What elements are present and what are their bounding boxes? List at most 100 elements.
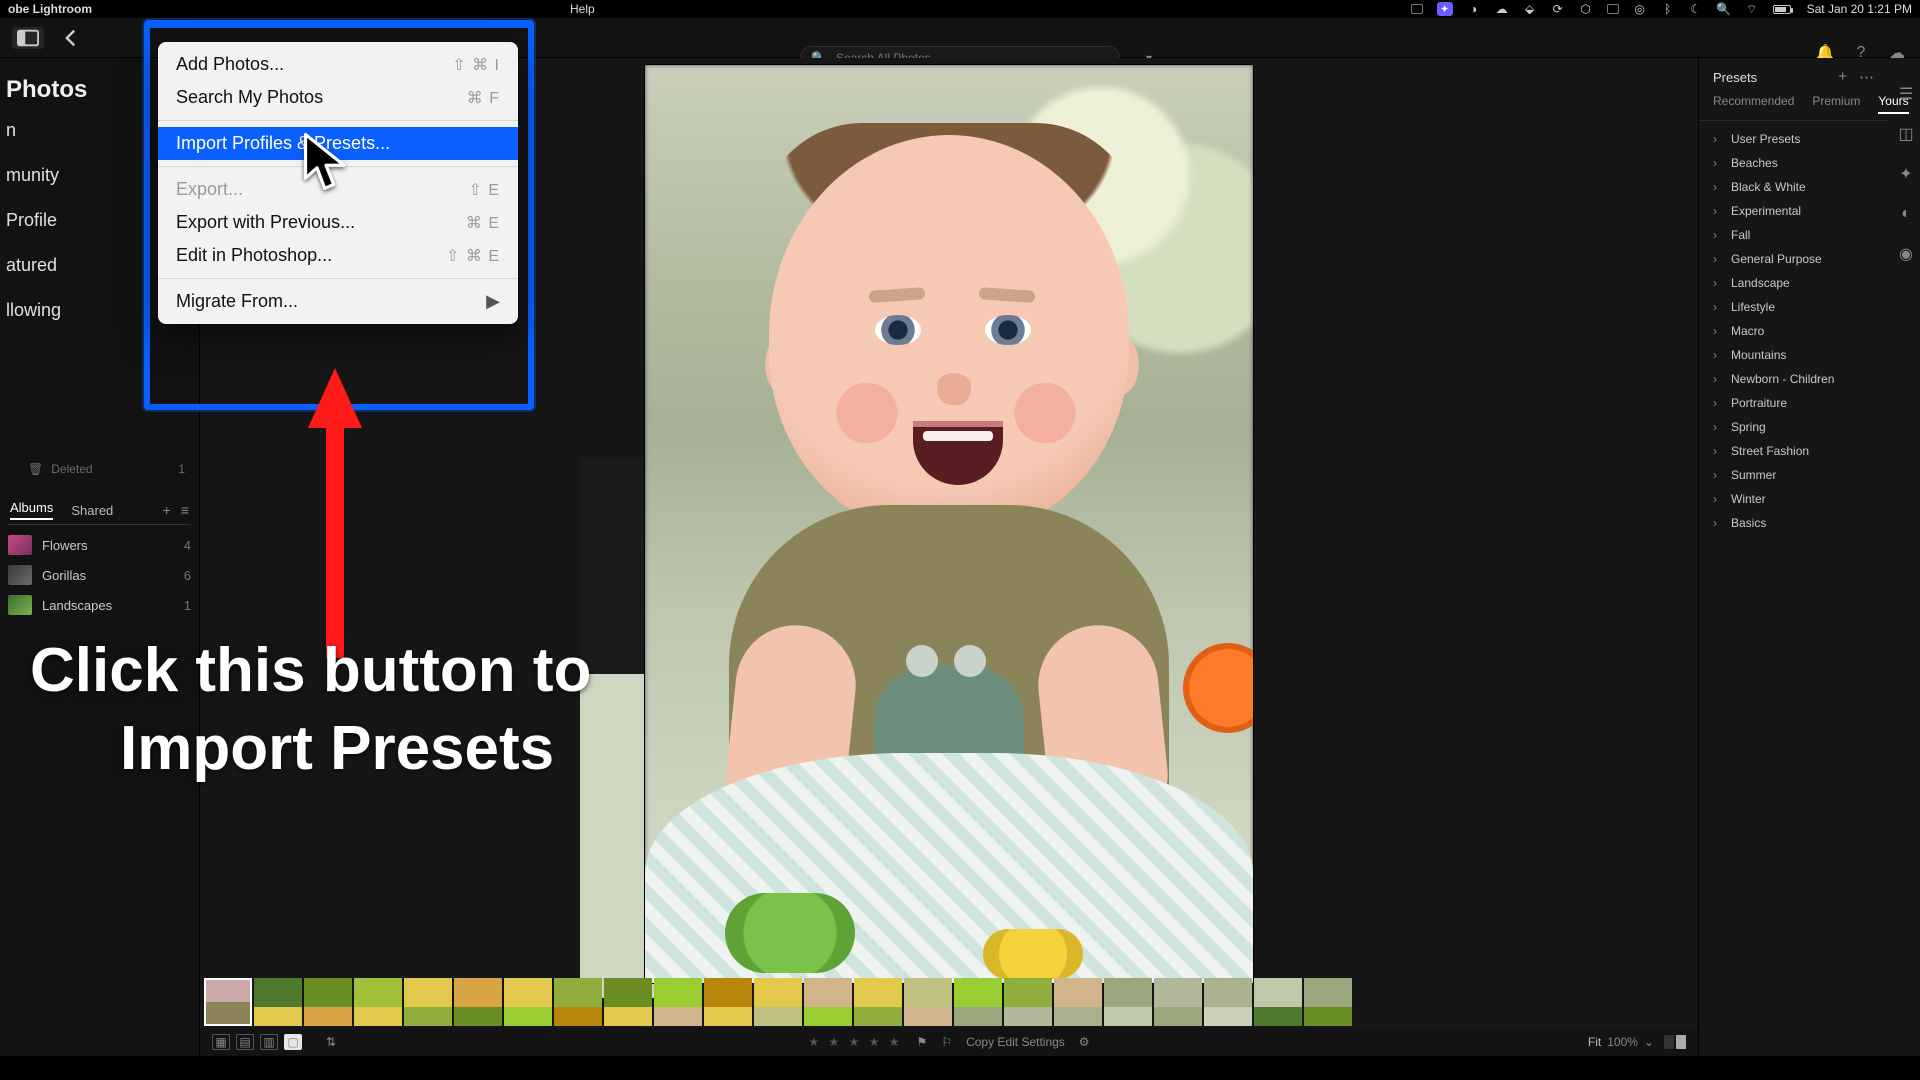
preset-group[interactable]: ›Fall	[1705, 223, 1882, 247]
main-photo[interactable]	[644, 64, 1254, 984]
preset-group[interactable]: ›General Purpose	[1705, 247, 1882, 271]
preset-group[interactable]: ›Street Fashion	[1705, 439, 1882, 463]
filmstrip-thumb[interactable]	[554, 978, 602, 1026]
filmstrip-thumb[interactable]	[204, 978, 252, 1026]
add-album-icon[interactable]: +	[163, 502, 171, 518]
presets-title: Presets	[1713, 70, 1757, 85]
menu-item-export-with-previous[interactable]: Export with Previous...⌘ E	[158, 206, 518, 239]
preset-group[interactable]: ›Newborn - Children	[1705, 367, 1882, 391]
album-count: 6	[184, 568, 191, 583]
chevron-right-icon: ›	[1713, 204, 1723, 218]
menubar-clock[interactable]: Sat Jan 20 1:21 PM	[1807, 2, 1912, 16]
display-icon[interactable]	[1607, 4, 1619, 14]
view-masonry-icon[interactable]: ▤	[236, 1034, 254, 1050]
cloud-icon[interactable]: ☁	[1495, 2, 1509, 16]
zoom-fit[interactable]: Fit 100% ⌄	[1588, 1035, 1654, 1049]
sort-icon[interactable]: ⇅	[326, 1035, 336, 1049]
filmstrip-thumb[interactable]	[504, 978, 552, 1026]
albums-tab[interactable]: Albums	[10, 500, 53, 520]
album-row[interactable]: Gorillas6	[8, 565, 191, 585]
edit-sliders-icon[interactable]: ☰	[1896, 84, 1916, 104]
moon-icon[interactable]: ☾	[1689, 2, 1703, 16]
filmstrip-thumb[interactable]	[1054, 978, 1102, 1026]
preset-group[interactable]: ›Landscape	[1705, 271, 1882, 295]
preset-group[interactable]: ›User Presets	[1705, 127, 1882, 151]
spotlight-icon[interactable]: 🔍	[1717, 2, 1731, 16]
heal-icon[interactable]: ✦	[1896, 164, 1916, 184]
vpn-icon[interactable]: ⬡	[1579, 2, 1593, 16]
menu-item-add-photos[interactable]: Add Photos...⇧ ⌘ I	[158, 48, 518, 81]
preset-group[interactable]: ›Beaches	[1705, 151, 1882, 175]
presets-tab-premium[interactable]: Premium	[1812, 94, 1860, 114]
screenrec-icon[interactable]	[1411, 4, 1423, 14]
before-after-icon[interactable]	[1664, 1035, 1686, 1049]
flag-reject-icon[interactable]: ⚐	[941, 1035, 952, 1049]
airdrop-icon[interactable]: ◎	[1633, 2, 1647, 16]
filmstrip-thumb[interactable]	[1204, 978, 1252, 1026]
rating-stars[interactable]: ★ ★ ★ ★ ★	[808, 1035, 902, 1049]
preset-group[interactable]: ›Basics	[1705, 511, 1882, 535]
panel-toggle-icon[interactable]	[12, 27, 44, 49]
view-compare-icon[interactable]: ▥	[260, 1034, 278, 1050]
dropbox-icon[interactable]: ⬙	[1523, 2, 1537, 16]
menu-item-label: Add Photos...	[176, 54, 284, 75]
preset-group[interactable]: ›Winter	[1705, 487, 1882, 511]
filmstrip-thumb[interactable]	[454, 978, 502, 1026]
creative-cloud-icon[interactable]: ✦	[1437, 2, 1453, 16]
preset-group[interactable]: ›Spring	[1705, 415, 1882, 439]
filmstrip-thumb[interactable]	[1304, 978, 1352, 1026]
preset-group[interactable]: ›Portraiture	[1705, 391, 1882, 415]
album-row[interactable]: Flowers4	[8, 535, 191, 555]
chevron-right-icon: ›	[1713, 300, 1723, 314]
filmstrip-thumb[interactable]	[954, 978, 1002, 1026]
menu-help[interactable]: Help	[570, 2, 595, 16]
sync-icon[interactable]: ⟳	[1551, 2, 1565, 16]
redeye-icon[interactable]: ◉	[1896, 244, 1916, 264]
filmstrip-thumb[interactable]	[1254, 978, 1302, 1026]
filmstrip-thumb[interactable]	[804, 978, 852, 1026]
view-detail-icon[interactable]: ▢	[284, 1034, 302, 1050]
menu-item-search-my-photos[interactable]: Search My Photos⌘ F	[158, 81, 518, 114]
preset-group[interactable]: ›Macro	[1705, 319, 1882, 343]
battery-icon[interactable]	[1773, 5, 1791, 14]
filmstrip-thumb[interactable]	[704, 978, 752, 1026]
settings-gear-icon[interactable]: ⚙	[1079, 1035, 1090, 1049]
back-icon[interactable]	[58, 27, 84, 49]
preset-group[interactable]: ›Experimental	[1705, 199, 1882, 223]
preset-group-label: Black & White	[1731, 180, 1806, 194]
crop-icon[interactable]: ◫	[1896, 124, 1916, 144]
flag-pick-icon[interactable]: ⚑	[917, 1035, 928, 1049]
bluetooth-icon[interactable]: ᛒ	[1661, 2, 1675, 16]
copy-edit-settings[interactable]: Copy Edit Settings	[966, 1035, 1065, 1049]
preset-group[interactable]: ›Mountains	[1705, 343, 1882, 367]
add-preset-icon[interactable]: +	[1838, 68, 1847, 86]
filmstrip[interactable]	[204, 978, 1688, 1026]
preset-group[interactable]: ›Summer	[1705, 463, 1882, 487]
filmstrip-thumb[interactable]	[654, 978, 702, 1026]
filmstrip-thumb[interactable]	[1004, 978, 1052, 1026]
filmstrip-thumb[interactable]	[404, 978, 452, 1026]
presets-tab-recommended[interactable]: Recommended	[1713, 94, 1794, 114]
preset-more-icon[interactable]: ⋯	[1859, 68, 1874, 86]
preset-group[interactable]: ›Black & White	[1705, 175, 1882, 199]
filmstrip-thumb[interactable]	[1154, 978, 1202, 1026]
album-row[interactable]: Landscapes1	[8, 595, 191, 615]
filmstrip-thumb[interactable]	[604, 978, 652, 1026]
filmstrip-thumb[interactable]	[254, 978, 302, 1026]
filter-albums-icon[interactable]: ≡	[181, 502, 189, 518]
figma-icon[interactable]: ◑	[1467, 2, 1481, 16]
filmstrip-thumb[interactable]	[354, 978, 402, 1026]
mask-icon[interactable]: ◐	[1896, 204, 1916, 224]
filmstrip-thumb[interactable]	[854, 978, 902, 1026]
wifi-icon[interactable]: ⌔	[1745, 2, 1759, 16]
filmstrip-thumb[interactable]	[304, 978, 352, 1026]
menu-item-migrate-from[interactable]: Migrate From...▶	[158, 285, 518, 318]
filmstrip-thumb[interactable]	[904, 978, 952, 1026]
menu-item-edit-in-photoshop[interactable]: Edit in Photoshop...⇧ ⌘ E	[158, 239, 518, 272]
filmstrip-thumb[interactable]	[754, 978, 802, 1026]
preset-group[interactable]: ›Lifestyle	[1705, 295, 1882, 319]
shared-tab[interactable]: Shared	[71, 503, 113, 518]
view-grid-icon[interactable]: ▦	[212, 1034, 230, 1050]
filmstrip-thumb[interactable]	[1104, 978, 1152, 1026]
deleted-row[interactable]: 🗑 Deleted 1	[0, 458, 199, 480]
